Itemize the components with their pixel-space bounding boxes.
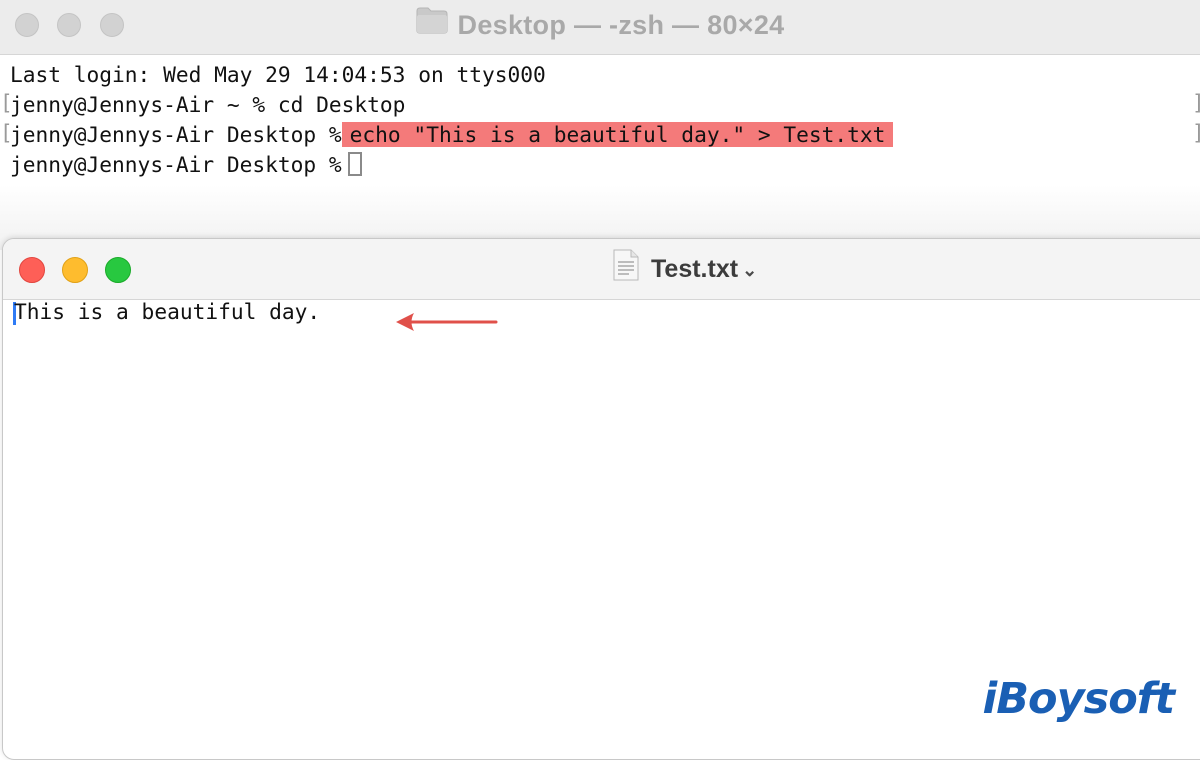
terminal-line: jenny@Jennys-Air Desktop % [10,150,362,180]
terminal-line: jenny@Jennys-Air Desktop % echo "This is … [10,120,894,150]
terminal-title-text: Desktop — -zsh — 80×24 [457,10,785,40]
terminal-line: jenny@Jennys-Air ~ % cd Desktop [10,92,406,117]
document-content[interactable]: This is a beautiful day. [14,297,320,327]
terminal-titlebar: Desktop — -zsh — 80×24 [0,0,1200,55]
prompt: jenny@Jennys-Air Desktop % [10,152,342,177]
terminal-title: Desktop — -zsh — 80×24 [0,7,1200,41]
iboysoft-logo: iBoysoft [982,674,1175,724]
prompt: jenny@Jennys-Air Desktop % [10,122,342,147]
folder-icon [416,6,448,41]
terminal-cursor [347,152,362,176]
textedit-titlebar: Test.txt ⌄ [3,239,1200,300]
line-mark-right: ] [1192,118,1200,148]
annotation-arrow-icon [396,313,498,331]
line-mark-left: [ [0,91,13,115]
highlighted-command: echo "This is a beautiful day." > Test.t… [341,122,894,147]
zoom-button[interactable] [105,257,131,283]
line-mark-left: [ [0,121,13,145]
terminal-line: Last login: Wed May 29 14:04:53 on ttys0… [10,62,546,87]
chevron-down-icon[interactable]: ⌄ [742,260,757,281]
close-button[interactable] [19,257,45,283]
line-mark-right: ] [1192,88,1200,118]
text-document-icon [613,249,639,288]
document-title-text: Test.txt [651,255,739,284]
document-title[interactable]: Test.txt ⌄ [613,249,757,288]
minimize-button[interactable] [62,257,88,283]
terminal-window: Desktop — -zsh — 80×24 Last login: Wed M… [0,0,1200,250]
